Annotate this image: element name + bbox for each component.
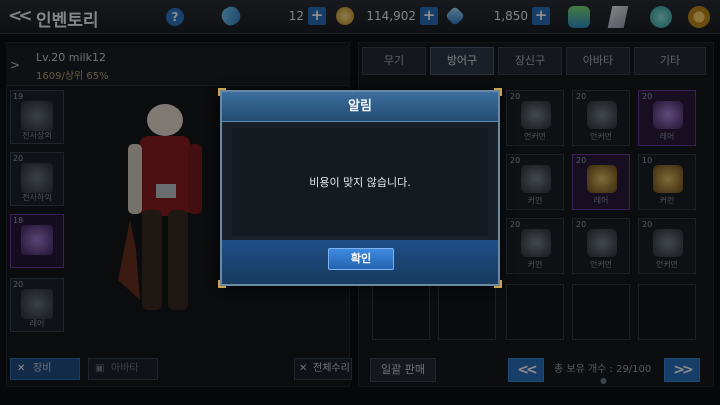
corner-ornament: [218, 88, 226, 96]
dialog-footer: 확인: [222, 240, 498, 284]
dialog-message: 비용이 맞지 않습니다.: [309, 176, 411, 189]
confirm-button[interactable]: 확인: [328, 248, 394, 270]
corner-ornament: [218, 280, 226, 288]
dialog-body: 비용이 맞지 않습니다.: [232, 128, 488, 236]
corner-ornament: [494, 88, 502, 96]
dialog-header: 알림: [222, 92, 498, 122]
alert-dialog: 알림 비용이 맞지 않습니다. 확인: [218, 88, 502, 288]
dialog-title: 알림: [348, 99, 372, 114]
corner-ornament: [494, 280, 502, 288]
